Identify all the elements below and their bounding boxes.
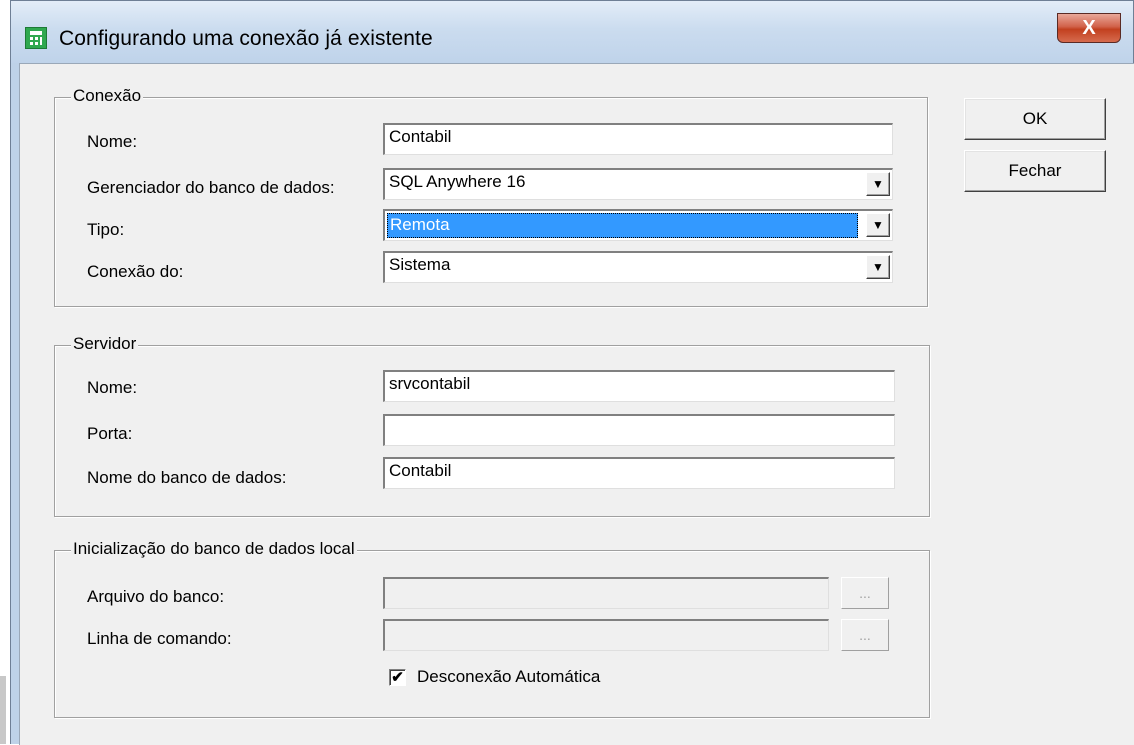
- tipo-dropdown-button[interactable]: ▼: [866, 213, 890, 237]
- porta-input[interactable]: [383, 414, 895, 446]
- linha-input[interactable]: [383, 619, 829, 651]
- servidor-nome-value: srvcontabil: [389, 374, 471, 393]
- conexao-nome-label: Nome:: [87, 132, 138, 151]
- servidor-group-title: Servidor: [71, 334, 139, 354]
- conexao-nome-value: Contabil: [389, 127, 452, 146]
- inicializacao-group: Inicialização do banco de dados local Ar…: [54, 539, 930, 718]
- tipo-value: Remota: [387, 213, 858, 238]
- window-title: Configurando uma conexão já existente: [59, 27, 433, 50]
- inicializacao-group-title: Inicialização do banco de dados local: [71, 539, 357, 559]
- tipo-label: Tipo:: [87, 220, 125, 239]
- banco-input[interactable]: Contabil: [383, 457, 895, 489]
- dialog-client-area: Conexão Nome: Contabil Gerenciador do ba…: [19, 63, 1134, 745]
- conexao-group: Conexão Nome: Contabil Gerenciador do ba…: [54, 86, 928, 307]
- conexao-do-label: Conexão do:: [87, 262, 184, 281]
- servidor-nome-input[interactable]: srvcontabil: [383, 370, 895, 402]
- gerenciador-select[interactable]: SQL Anywhere 16 ▼: [383, 168, 893, 200]
- arquivo-browse-button[interactable]: ...: [841, 577, 889, 609]
- banco-value: Contabil: [389, 461, 452, 480]
- servidor-group: Servidor Nome: srvcontabil Porta: Nome d…: [54, 334, 930, 517]
- servidor-nome-label: Nome:: [87, 378, 138, 397]
- conexao-do-select[interactable]: Sistema ▼: [383, 251, 893, 283]
- linha-label: Linha de comando:: [87, 629, 232, 648]
- gerenciador-dropdown-button[interactable]: ▼: [866, 172, 890, 196]
- banco-label: Nome do banco de dados:: [87, 468, 287, 487]
- conexao-do-dropdown-button[interactable]: ▼: [866, 255, 890, 279]
- dialog-window: Configurando uma conexão já existente X …: [10, 0, 1134, 745]
- calculator-icon: [25, 27, 47, 49]
- desconexao-label[interactable]: Desconexão Automática: [417, 667, 600, 687]
- chevron-down-icon: ▼: [872, 177, 884, 191]
- desconexao-checkbox[interactable]: ✔: [389, 669, 406, 686]
- gerenciador-value: SQL Anywhere 16: [389, 172, 526, 191]
- conexao-do-value: Sistema: [389, 255, 451, 274]
- title-bar[interactable]: Configurando uma conexão já existente X: [11, 1, 1133, 63]
- ok-button[interactable]: OK: [964, 98, 1106, 140]
- background-edge: [0, 676, 6, 744]
- arquivo-label: Arquivo do banco:: [87, 587, 225, 606]
- conexao-group-title: Conexão: [71, 86, 144, 106]
- linha-browse-button[interactable]: ...: [841, 619, 889, 651]
- tipo-select[interactable]: Remota ▼: [383, 209, 893, 241]
- fechar-button[interactable]: Fechar: [964, 150, 1106, 192]
- chevron-down-icon: ▼: [872, 218, 884, 232]
- chevron-down-icon: ▼: [872, 260, 884, 274]
- porta-label: Porta:: [87, 424, 133, 443]
- gerenciador-label: Gerenciador do banco de dados:: [87, 178, 335, 197]
- arquivo-input[interactable]: [383, 577, 829, 609]
- conexao-nome-input[interactable]: Contabil: [383, 123, 893, 155]
- close-button[interactable]: X: [1057, 13, 1121, 43]
